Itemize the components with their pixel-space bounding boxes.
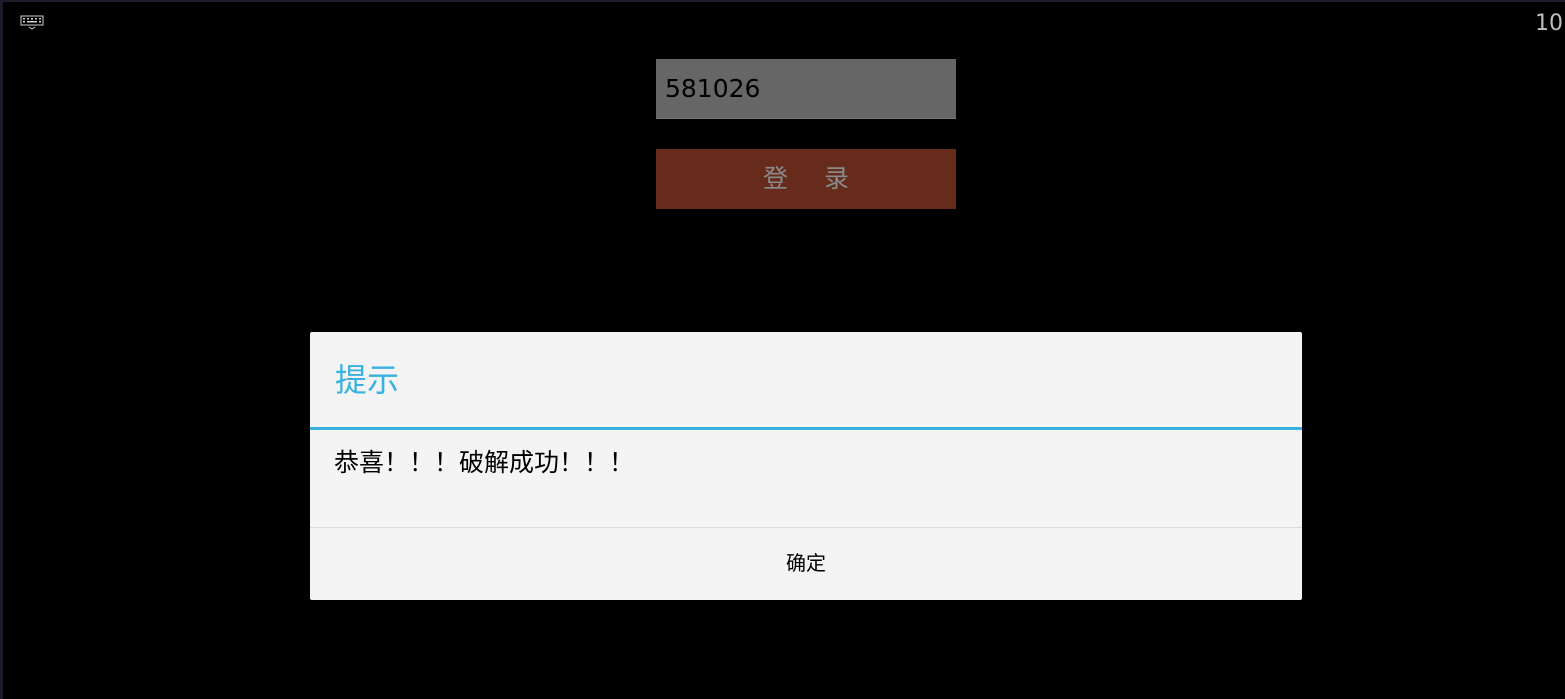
ok-button[interactable]: 确定 [310,528,1302,600]
app-screen: 10: 581026 登 录 提示 恭喜！！！破解成功！！！ 确定 [0,0,1565,699]
dialog-title: 提示 [335,361,400,399]
dialog-message: 恭喜！！！破解成功！！！ [334,448,635,477]
keyboard-icon[interactable] [20,14,44,30]
login-button[interactable]: 登 录 [656,149,956,209]
alert-dialog: 提示 恭喜！！！破解成功！！！ 确定 [310,332,1302,600]
title-divider [310,427,1302,430]
password-input[interactable]: 581026 [656,59,956,119]
status-clock: 10: [1535,11,1565,36]
